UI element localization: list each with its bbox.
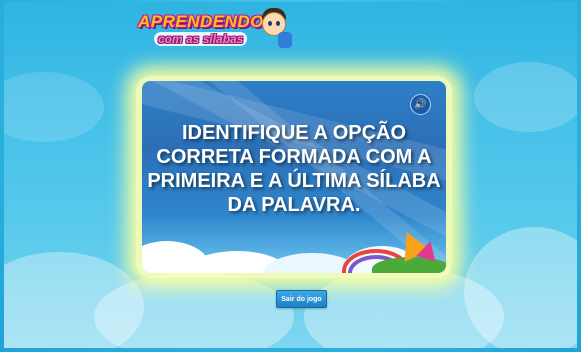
sound-button[interactable]: 🔊 bbox=[410, 94, 431, 115]
background-cloud bbox=[464, 227, 577, 348]
game-stage: APRENDENDO com as sílabas IDENTIFIQUE A … bbox=[4, 2, 577, 348]
mascot-body bbox=[278, 32, 292, 48]
background-cloud bbox=[4, 72, 104, 142]
logo-title: APRENDENDO bbox=[138, 12, 264, 31]
mascot-eye bbox=[276, 21, 280, 26]
game-logo: APRENDENDO com as sílabas bbox=[138, 8, 308, 54]
instruction-card: IDENTIFIQUE A OPÇÃO CORRETA FORMADA COM … bbox=[142, 81, 446, 273]
logo-subtitle: com as sílabas bbox=[154, 32, 248, 46]
background-cloud bbox=[474, 62, 577, 132]
mascot-eye bbox=[268, 21, 272, 26]
speaker-icon: 🔊 bbox=[414, 98, 427, 110]
exit-game-button[interactable]: Sair do jogo bbox=[276, 290, 327, 308]
instruction-text: IDENTIFIQUE A OPÇÃO CORRETA FORMADA COM … bbox=[147, 122, 441, 216]
